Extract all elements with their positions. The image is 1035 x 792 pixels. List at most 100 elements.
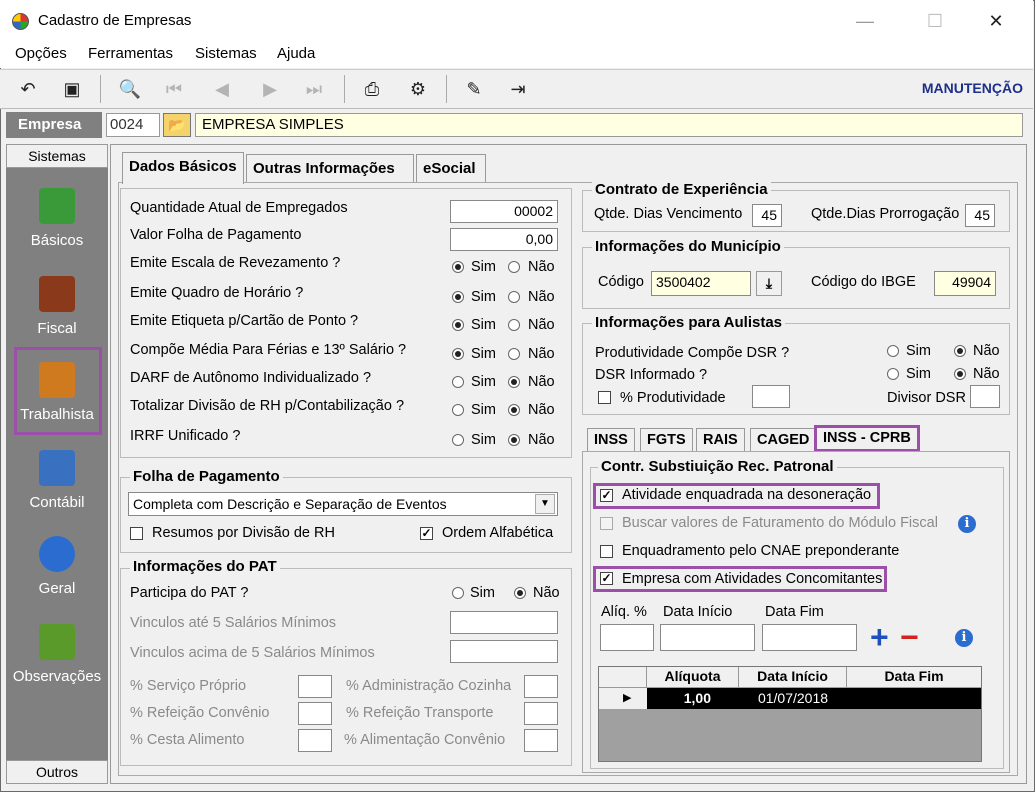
sidebar-header[interactable]: Sistemas (6, 144, 108, 168)
preview-icon[interactable]: 🔍 (116, 75, 144, 103)
radio-nao[interactable] (508, 376, 520, 388)
exit-icon[interactable]: ⇥ (504, 75, 532, 103)
sidebar-item-fiscal[interactable]: Fiscal (6, 272, 108, 354)
tab-esocial[interactable]: eSocial (416, 154, 486, 182)
menu-ferramentas[interactable]: Ferramentas (88, 45, 173, 62)
divisor-dsr-field[interactable] (970, 385, 1000, 408)
chevron-down-icon[interactable]: ▼ (535, 494, 555, 514)
subtab-inss[interactable]: INSS (587, 428, 635, 452)
radio-nao[interactable] (508, 291, 520, 303)
previous-record-icon[interactable]: ◀ (208, 75, 236, 103)
data-fim-field[interactable] (762, 624, 857, 651)
valor-folha-field[interactable]: 0,00 (450, 228, 558, 251)
open-folder-icon[interactable]: 📂 (163, 113, 191, 137)
sidebar-item-label: Geral (38, 580, 76, 597)
sidebar-item-trabalhista[interactable]: Trabalhista (6, 358, 108, 440)
dsr-nao-radio[interactable] (954, 368, 966, 380)
subtab-inss-cprb[interactable]: INSS - CPRB (814, 425, 920, 452)
codigo-ibge-field[interactable]: 49904 (934, 271, 996, 296)
next-record-icon[interactable]: ▶ (256, 75, 284, 103)
last-record-icon[interactable]: ⏭ (300, 75, 328, 103)
dsr-sim-radio[interactable] (887, 368, 899, 380)
dias-vencimento-field[interactable]: 45 (752, 204, 782, 227)
tab-dados-basicos[interactable]: Dados Básicos (122, 152, 244, 184)
remove-minus-icon[interactable]: − (900, 619, 919, 655)
menu-ajuda[interactable]: Ajuda (277, 45, 315, 62)
refeicao-transporte-label: % Refeição Transporte (346, 705, 494, 721)
data-inicio-field[interactable] (660, 624, 755, 651)
alimentacao-convenio-field[interactable] (524, 729, 558, 752)
enquadramento-cnae-checkbox[interactable] (600, 545, 613, 558)
print-icon[interactable]: ⎙ (358, 75, 386, 103)
folha-select[interactable]: Completa com Descrição e Separação de Ev… (128, 492, 558, 516)
table-row[interactable] (847, 688, 981, 709)
sidebar-item-geral[interactable]: Geral (6, 532, 108, 614)
first-record-icon[interactable]: ⏮ (160, 75, 188, 103)
sidebar-item-basicos[interactable]: Básicos (6, 184, 108, 266)
participa-pat-sim-radio[interactable] (452, 587, 464, 599)
empresa-code-field[interactable]: 0024 (106, 113, 160, 137)
buscar-valores-checkbox[interactable] (600, 517, 613, 530)
grid-header-data-fim[interactable]: Data Fim (847, 667, 981, 687)
row-pointer-icon[interactable]: ▶ (599, 687, 647, 709)
save-icon[interactable]: ▣ (58, 75, 86, 103)
servico-proprio-field[interactable] (298, 675, 332, 698)
sidebar-item-contabil[interactable]: Contábil (6, 446, 108, 528)
radio-nao[interactable] (508, 261, 520, 273)
report-icon[interactable]: ✎ (460, 75, 488, 103)
radio-nao[interactable] (508, 404, 520, 416)
radio-sim[interactable] (452, 404, 464, 416)
sidebar-footer[interactable]: Outros (6, 760, 108, 784)
subtab-rais[interactable]: RAIS (696, 428, 745, 452)
atividade-enquadrada-checkbox[interactable]: ✓ (600, 489, 613, 502)
grid-header-aliquota[interactable]: Alíquota (647, 667, 739, 687)
print-setup-icon[interactable]: ⚙ (404, 75, 432, 103)
vinculos-acima-5-field[interactable] (450, 640, 558, 663)
resumos-checkbox[interactable] (130, 527, 143, 540)
download-arrow-icon[interactable]: ⤓ (756, 271, 782, 296)
dias-prorrogacao-field[interactable]: 45 (965, 204, 995, 227)
refeicao-transporte-field[interactable] (524, 702, 558, 725)
minimize-button[interactable]: — (845, 8, 885, 34)
vinculos-5-field[interactable] (450, 611, 558, 634)
add-plus-icon[interactable]: + (870, 619, 889, 655)
tab-outras-informacoes[interactable]: Outras Informações (246, 154, 414, 182)
administracao-cozinha-field[interactable] (524, 675, 558, 698)
radio-sim[interactable] (452, 376, 464, 388)
aliquota-field[interactable] (600, 624, 654, 651)
codigo-municipio-field[interactable]: 3500402 (651, 271, 751, 296)
radio-sim[interactable] (452, 348, 464, 360)
sidebar-item-observacoes[interactable]: Observações (6, 620, 108, 702)
menu-opcoes[interactable]: Opções (15, 45, 67, 62)
participa-pat-nao-radio[interactable] (514, 587, 526, 599)
radio-sim[interactable] (452, 319, 464, 331)
maximize-button[interactable]: ☐ (915, 8, 955, 34)
cesta-alimento-field[interactable] (298, 729, 332, 752)
radio-nao[interactable] (508, 348, 520, 360)
grid-header-data-inicio[interactable]: Data Início (739, 667, 847, 687)
produtividade-sim-radio[interactable] (887, 345, 899, 357)
pct-produtividade-field[interactable] (752, 385, 790, 408)
table-row[interactable]: 1,00 (647, 688, 739, 709)
radio-row-label: Compõe Média Para Férias e 13º Salário ? (130, 342, 407, 358)
dsr-nao-label: Não (973, 366, 1000, 382)
subtab-caged[interactable]: CAGED (750, 428, 817, 452)
subtab-fgts[interactable]: FGTS (640, 428, 693, 452)
menu-sistemas[interactable]: Sistemas (195, 45, 257, 62)
radio-nao[interactable] (508, 434, 520, 446)
pct-produtividade-checkbox[interactable] (598, 391, 611, 404)
radio-nao[interactable] (508, 319, 520, 331)
refeicao-convenio-field[interactable] (298, 702, 332, 725)
table-row[interactable]: 01/07/2018 (739, 688, 847, 709)
atividades-concomitantes-checkbox[interactable]: ✓ (600, 572, 613, 585)
produtividade-nao-radio[interactable] (954, 345, 966, 357)
undo-icon[interactable]: ↶ (14, 75, 42, 103)
info-icon[interactable]: i (958, 515, 976, 533)
radio-sim[interactable] (452, 434, 464, 446)
radio-sim[interactable] (452, 291, 464, 303)
close-button[interactable]: ✕ (976, 8, 1016, 34)
ordem-alfabetica-checkbox[interactable]: ✓ (420, 527, 433, 540)
info-icon[interactable]: i (955, 629, 973, 647)
radio-sim[interactable] (452, 261, 464, 273)
qtde-empregados-field[interactable]: 00002 (450, 200, 558, 223)
